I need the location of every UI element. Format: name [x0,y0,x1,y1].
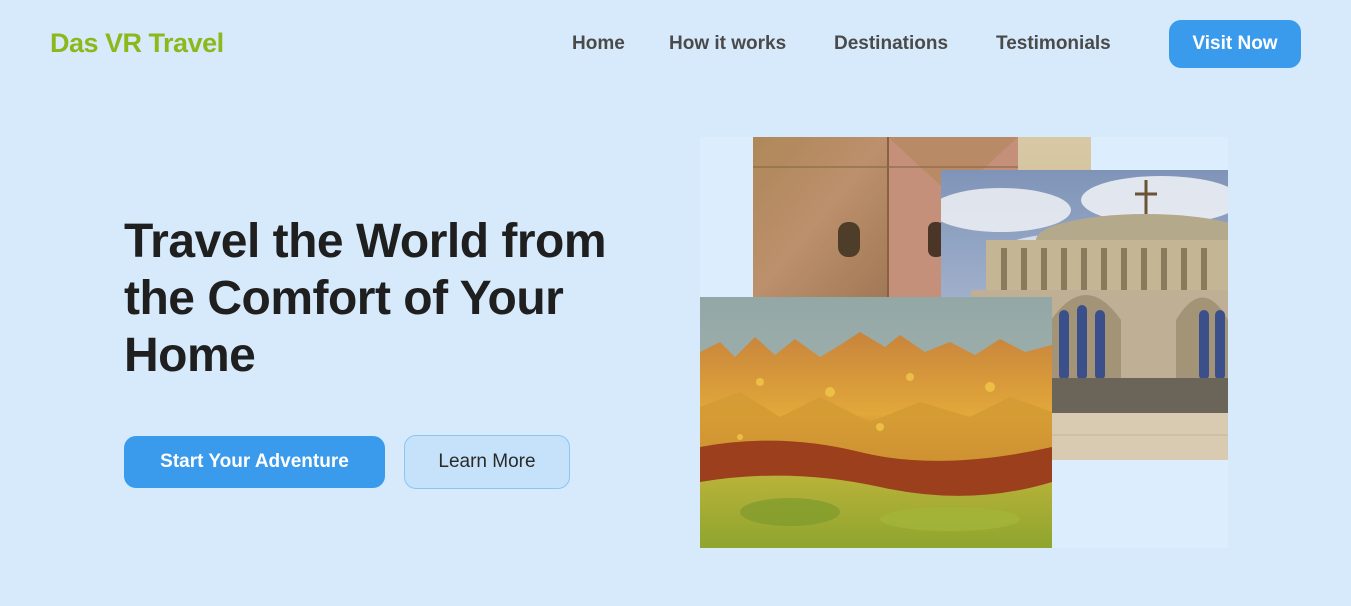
nav-link-destinations[interactable]: Destinations [834,33,948,55]
desert-landscape-image [700,297,1052,548]
landing-page: Das VR Travel Home How it works Destinat… [0,0,1351,606]
learn-more-button[interactable]: Learn More [404,435,570,489]
nav-link-home[interactable]: Home [572,33,625,55]
start-adventure-button[interactable]: Start Your Adventure [124,436,385,488]
nav-link-how-it-works[interactable]: How it works [669,33,786,55]
visit-now-button[interactable]: Visit Now [1169,20,1301,68]
hero-title: Travel the World from the Comfort of You… [124,215,607,382]
main-nav: Home How it works Destinations Testimoni… [0,33,1351,57]
nav-link-testimonials[interactable]: Testimonials [996,33,1111,55]
